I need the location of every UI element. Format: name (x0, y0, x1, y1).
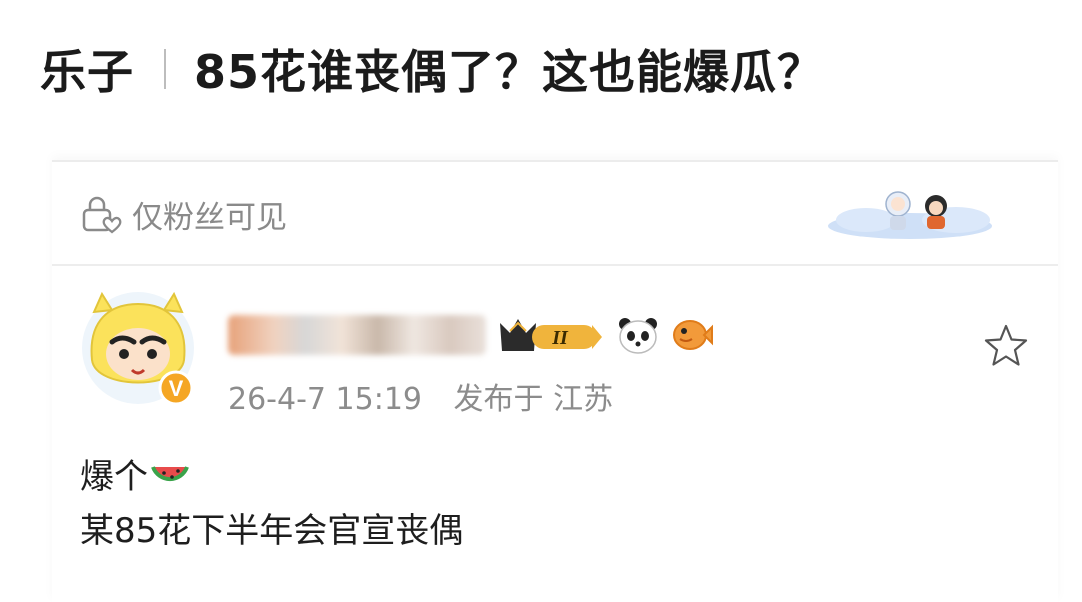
post-location: 发布于 江苏 (453, 382, 614, 417)
post-body: 爆个 某85花下半年会官宣丧偶 (80, 450, 463, 558)
username-row: II (228, 312, 714, 358)
post-line-1: 爆个 (80, 450, 463, 504)
cloud-characters-sticker (828, 191, 992, 239)
post-line-1-text: 爆个 (80, 457, 148, 497)
watermelon-icon (151, 466, 189, 482)
rank-badge: II (500, 319, 602, 351)
username-blurred[interactable] (228, 315, 486, 355)
visibility-row: 仅粉丝可见 (80, 194, 287, 236)
crayon-shinchan-avatar[interactable]: V (80, 290, 196, 406)
fish-icon (673, 320, 713, 350)
post-time: 26-4-7 15:19 (228, 382, 422, 417)
divider (52, 264, 1058, 266)
post-line-2: 某85花下半年会官宣丧偶 (80, 511, 464, 551)
verified-badge: V (169, 376, 184, 401)
star-icon[interactable] (982, 322, 1030, 370)
post-meta: 26-4-7 15:19 发布于 江苏 (228, 374, 613, 418)
post-card: 仅粉丝可见 V II 26-4-7 15:19 发布于 江苏 爆个 某85花下半… (52, 160, 1058, 602)
panda-icon (619, 318, 657, 354)
headline-title: 85花谁丧偶了？这也能爆瓜？ (194, 45, 825, 99)
headline-source: 乐子 (40, 45, 134, 99)
rank-badge-label: II (551, 327, 569, 349)
lock-heart-icon (82, 196, 122, 234)
visibility-label: 仅粉丝可见 (132, 199, 287, 236)
headline-separator (164, 49, 166, 89)
headline: 乐子 85花谁丧偶了？这也能爆瓜？ (40, 36, 824, 102)
